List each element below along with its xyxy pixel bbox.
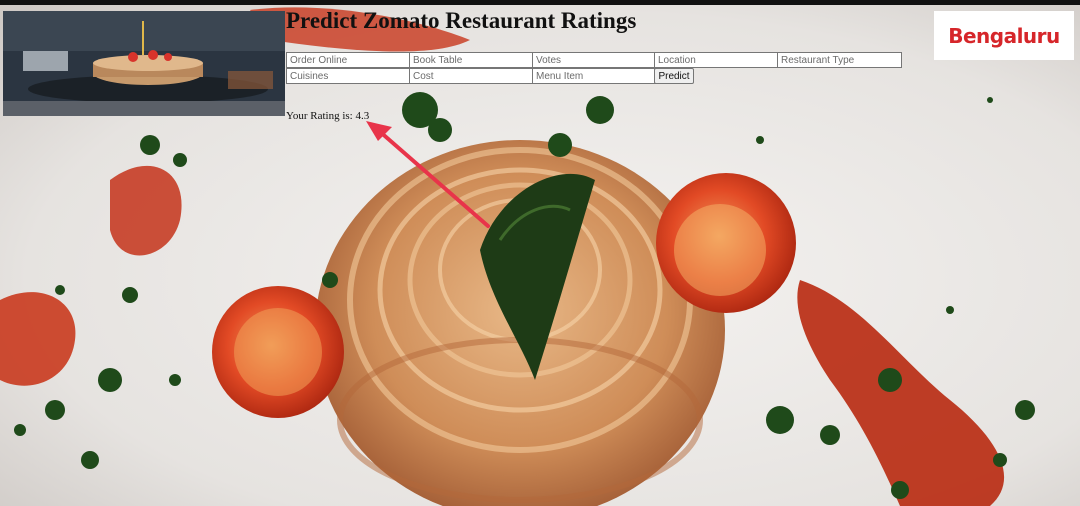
top-edge-bar bbox=[0, 0, 1080, 5]
menu-item-input[interactable] bbox=[532, 68, 657, 84]
predict-button[interactable]: Predict bbox=[654, 68, 694, 84]
cuisines-input[interactable] bbox=[286, 68, 411, 84]
book-table-input[interactable] bbox=[409, 52, 534, 68]
bengaluru-logo: Bengaluru bbox=[934, 11, 1074, 60]
restaurant-type-input[interactable] bbox=[777, 52, 902, 68]
rating-result-text: Your Rating is: 4.3 bbox=[286, 110, 370, 122]
location-input[interactable] bbox=[654, 52, 779, 68]
page-title: Predict Zomato Restaurant Ratings bbox=[286, 8, 637, 33]
header-restaurant-image bbox=[3, 11, 285, 116]
cost-input[interactable] bbox=[409, 68, 534, 84]
order-online-input[interactable] bbox=[286, 52, 411, 68]
votes-input[interactable] bbox=[532, 52, 657, 68]
logo-text: Bengaluru bbox=[948, 23, 1060, 48]
